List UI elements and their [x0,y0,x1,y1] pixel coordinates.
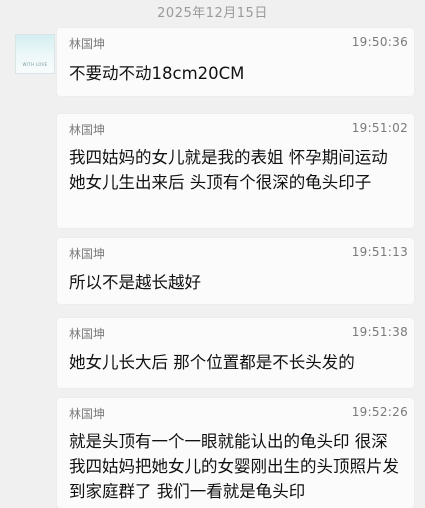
message-text: 她女儿长大后 那个位置都是不长头发的 [69,353,355,372]
message-text: 不要动不动18cm20CM [69,64,245,83]
avatar[interactable]: WITH LOVE [15,34,55,74]
message-time: 19:51:13 [351,245,408,259]
message-text: 我四姑妈的女儿就是我的表姐 怀孕期间运动 她女儿生出来后 头顶有个很深的龟头印子 [69,148,388,192]
message-card[interactable]: 林国坤 19:51:13 所以不是越长越好 [57,238,414,304]
sender-name: 林国坤 [69,327,106,341]
message-time: 19:51:02 [351,121,408,135]
sender-name: 林国坤 [69,247,106,261]
message-text: 就是头顶有一个一眼就能认出的龟头印 很深 我四姑妈把她女儿的女婴刚出生的头顶照片… [69,432,399,501]
sender-name: 林国坤 [69,37,106,51]
message-card[interactable]: 林国坤 19:50:36 不要动不动18cm20CM [57,28,414,96]
avatar-caption: WITH LOVE [22,62,48,67]
message-card[interactable]: 林国坤 19:51:02 我四姑妈的女儿就是我的表姐 怀孕期间运动 她女儿生出来… [57,114,414,228]
message-card[interactable]: 林国坤 19:52:26 就是头顶有一个一眼就能认出的龟头印 很深 我四姑妈把她… [57,398,414,508]
sender-name: 林国坤 [69,123,106,137]
message-card[interactable]: 林国坤 19:51:38 她女儿长大后 那个位置都是不长头发的 [57,318,414,388]
message-time: 19:50:36 [351,35,408,49]
message-time: 19:52:26 [351,405,408,419]
message-time: 19:51:38 [351,325,408,339]
sender-name: 林国坤 [69,407,106,421]
date-header: 2025年12月15日 [157,6,268,21]
message-text: 所以不是越长越好 [69,273,201,292]
